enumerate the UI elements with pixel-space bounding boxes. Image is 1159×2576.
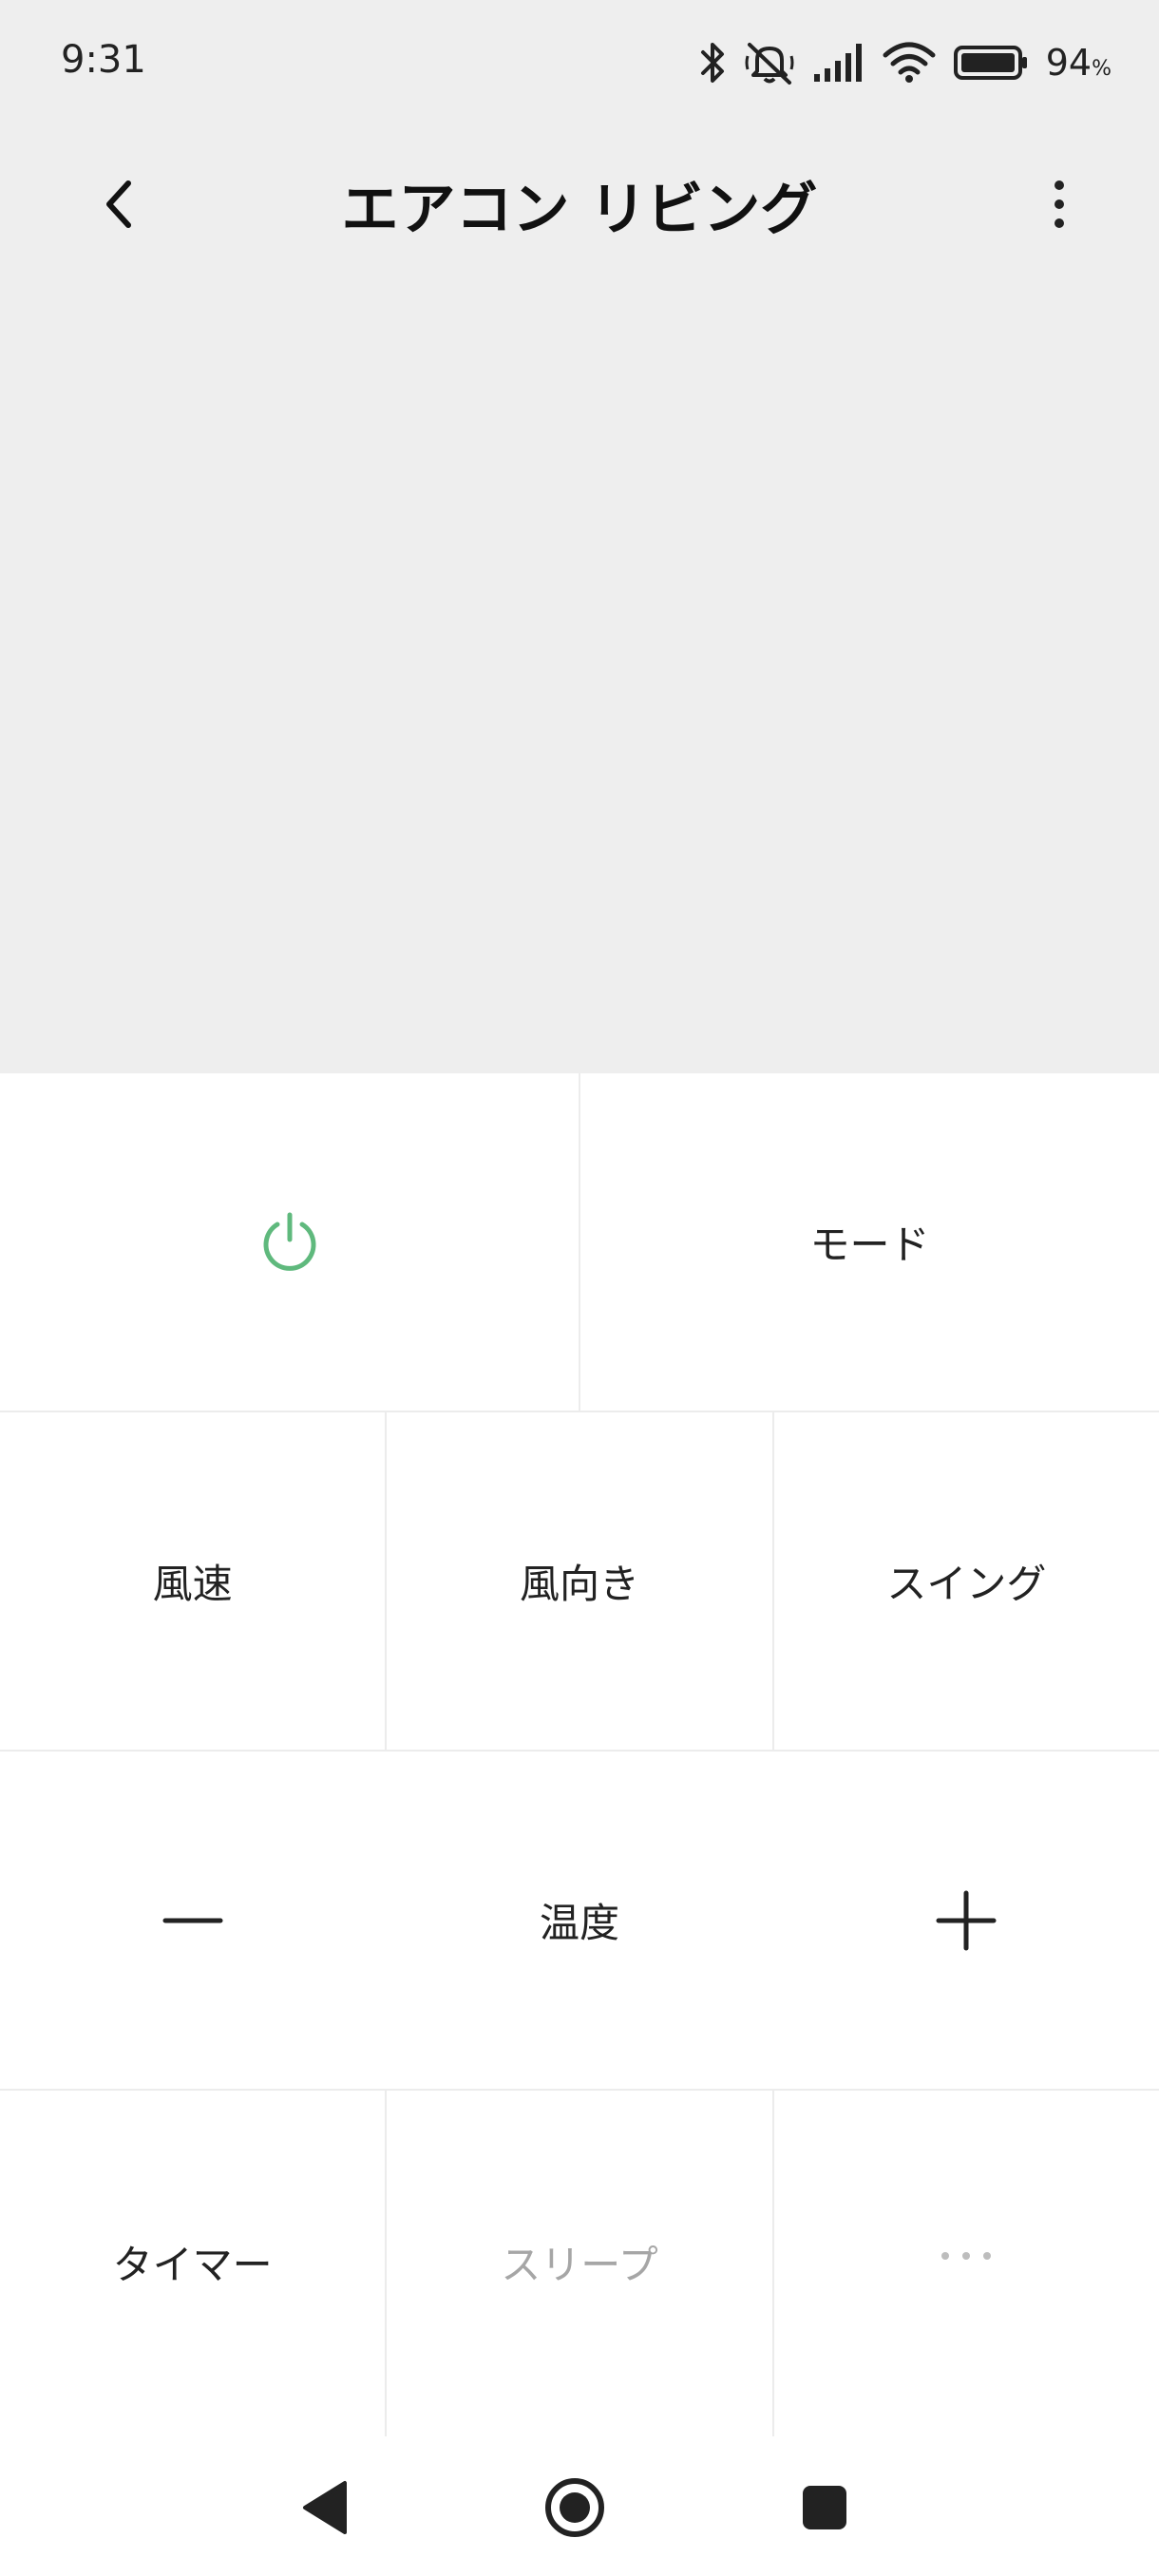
- swing-label: スイング: [886, 1561, 1047, 1607]
- wind-direction-label: 風向き: [519, 1561, 639, 1607]
- nav-back-icon: [303, 2481, 347, 2534]
- more-options-button[interactable]: [1016, 161, 1102, 247]
- control-row-1: モード: [0, 1073, 1159, 1412]
- nav-back-button[interactable]: [282, 2465, 368, 2550]
- fan-speed-label: 風速: [152, 1561, 233, 1607]
- app-bar: エアコン リビング: [0, 129, 1159, 272]
- status-icons: 94%: [698, 36, 1112, 89]
- page-title: エアコン リビング: [341, 177, 818, 243]
- ellipsis-icon: [941, 2252, 992, 2260]
- status-bar: 9:31 94%: [0, 0, 1159, 129]
- nav-home-button[interactable]: [532, 2465, 618, 2550]
- power-button[interactable]: [0, 1073, 580, 1411]
- remote-control-grid: モード 風速 風向き スイング 温度 タイマー スリープ: [0, 1073, 1159, 2497]
- plus-icon: [936, 1890, 997, 1950]
- battery-percentage: 94%: [1046, 42, 1112, 84]
- nav-recents-button[interactable]: [782, 2465, 867, 2550]
- battery-unit: %: [1092, 57, 1112, 81]
- status-time: 9:31: [61, 38, 146, 82]
- mode-button[interactable]: モード: [580, 1073, 1159, 1411]
- minus-icon: [162, 1918, 223, 1923]
- wifi-icon: [883, 42, 936, 84]
- nav-recents-icon: [803, 2486, 846, 2529]
- nav-home-icon: [545, 2478, 604, 2537]
- temperature-up-button[interactable]: [772, 1752, 1159, 2089]
- temperature-label: 温度: [540, 1900, 620, 1946]
- system-navigation-bar: [0, 2436, 1159, 2576]
- battery-value: 94: [1045, 42, 1092, 84]
- mode-label: モード: [809, 1222, 930, 1268]
- temperature-down-button[interactable]: [0, 1752, 387, 2089]
- battery-icon: [953, 44, 1029, 82]
- power-icon: [263, 1212, 315, 1271]
- device-preview-area: 9:31 94% エアコン リビング: [0, 0, 1159, 1073]
- control-row-2: 風速 風向き スイング: [0, 1412, 1159, 1752]
- swing-button[interactable]: スイング: [774, 1412, 1159, 1750]
- timer-label: タイマー: [112, 2242, 273, 2288]
- bluetooth-icon: [698, 39, 727, 86]
- fan-speed-button[interactable]: 風速: [0, 1412, 388, 1750]
- signal-icon: [812, 42, 865, 84]
- mute-icon: [744, 39, 795, 86]
- control-row-3: 温度: [0, 1752, 1159, 2091]
- sleep-label: スリープ: [501, 2242, 658, 2288]
- wind-direction-button[interactable]: 風向き: [387, 1412, 774, 1750]
- temperature-label-cell: 温度: [387, 1752, 773, 2089]
- more-vertical-icon: [1054, 180, 1064, 228]
